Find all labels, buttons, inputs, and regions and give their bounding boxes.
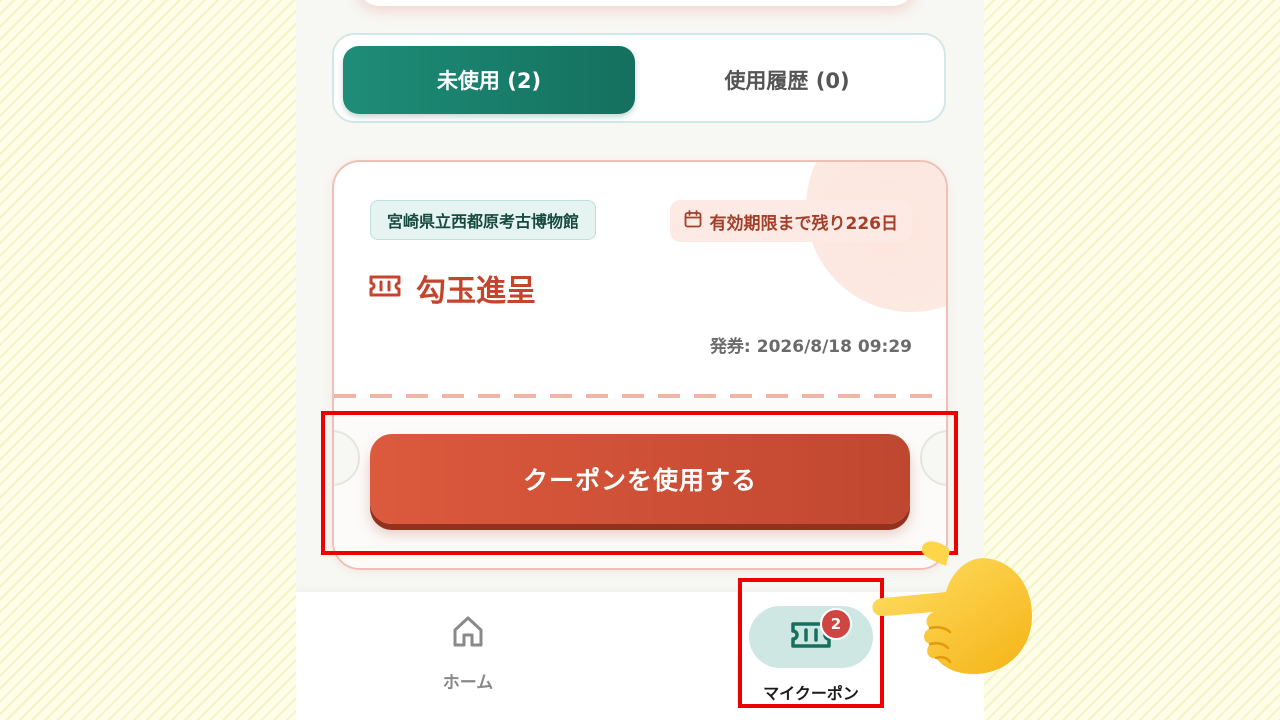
coupon-tabs: 未使用 (2) 使用履歴 (0) [332,33,946,123]
coupon-title-text: 勾玉進呈 [416,274,536,309]
tab-history[interactable]: 使用履歴 (0) [641,46,933,114]
previous-card-edge [356,0,916,6]
calendar-icon [684,209,702,233]
coupon-count-badge: 2 [820,608,852,640]
nav-my-coupon[interactable]: 2 マイクーポン [749,606,875,712]
issued-label: 発券: [709,337,751,357]
pointing-hand-icon [866,538,1036,680]
issued-value: 2026/8/18 09:29 [756,337,912,357]
expiry-tag: 有効期限まで残り226日 [669,200,912,242]
coupon-card: 宮崎県立西都原考古博物館 有効期限まで残り226日 勾玉進呈 発券: 2026/… [332,160,948,570]
home-icon [450,614,486,654]
use-coupon-button[interactable]: クーポンを使用する [370,434,910,524]
ticket-icon [368,271,402,306]
venue-tag: 宮崎県立西都原考古博物館 [370,200,597,240]
coupon-title: 勾玉進呈 [368,266,536,310]
issued-date: 発券: 2026/8/18 09:29 [710,332,912,357]
nav-coupon-label: マイクーポン [763,684,859,703]
nav-home-label: ホーム [442,673,494,693]
nav-home[interactable]: ホーム [436,614,500,714]
expiry-text: 有効期限まで残り226日 [709,213,899,234]
tab-unused[interactable]: 未使用 (2) [343,46,635,114]
nav-coupon-pill [749,606,873,668]
